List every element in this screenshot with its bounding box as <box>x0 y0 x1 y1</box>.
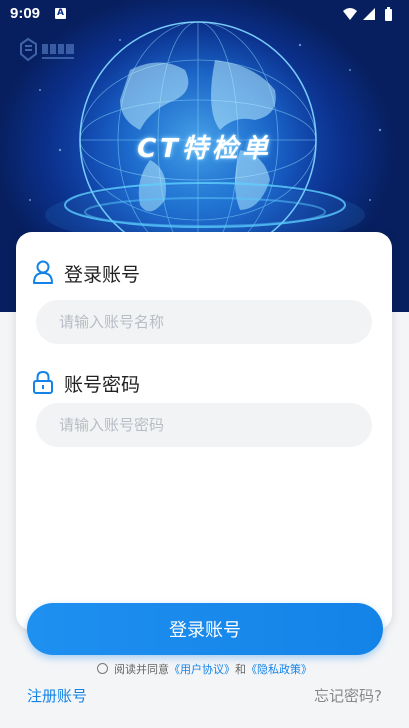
lock-icon <box>32 370 54 398</box>
status-bar: 9:09 A <box>0 0 409 30</box>
agreement-row: 阅读并同意《用户协议》和《隐私政策》 <box>0 661 409 677</box>
account-input[interactable] <box>36 300 372 344</box>
register-link[interactable]: 注册账号 <box>27 685 87 706</box>
user-icon <box>32 260 54 288</box>
password-input[interactable] <box>36 403 372 447</box>
status-icons <box>341 6 401 26</box>
signal-icon <box>363 8 375 20</box>
account-label: 登录账号 <box>64 264 141 286</box>
agreement-conjunction: 和 <box>235 663 246 676</box>
wifi-icon <box>343 8 357 20</box>
agreement-prefix: 阅读并同意 <box>114 663 169 676</box>
battery-icon <box>385 7 392 21</box>
notification-badge: A <box>55 8 66 19</box>
privacy-policy-link[interactable]: 《隐私政策》 <box>246 663 312 676</box>
user-agreement-link[interactable]: 《用户协议》 <box>169 663 235 676</box>
login-button[interactable]: 登录账号 <box>27 603 383 655</box>
login-card: 登录账号 账号密码 <box>16 232 392 630</box>
agreement-checkbox[interactable] <box>97 663 108 674</box>
status-time: 9:09 <box>10 5 41 22</box>
password-label: 账号密码 <box>64 374 141 396</box>
forgot-password-link[interactable]: 忘记密码? <box>314 685 382 706</box>
app-title: CT特检单 <box>137 134 272 164</box>
brand-logo <box>20 37 74 62</box>
